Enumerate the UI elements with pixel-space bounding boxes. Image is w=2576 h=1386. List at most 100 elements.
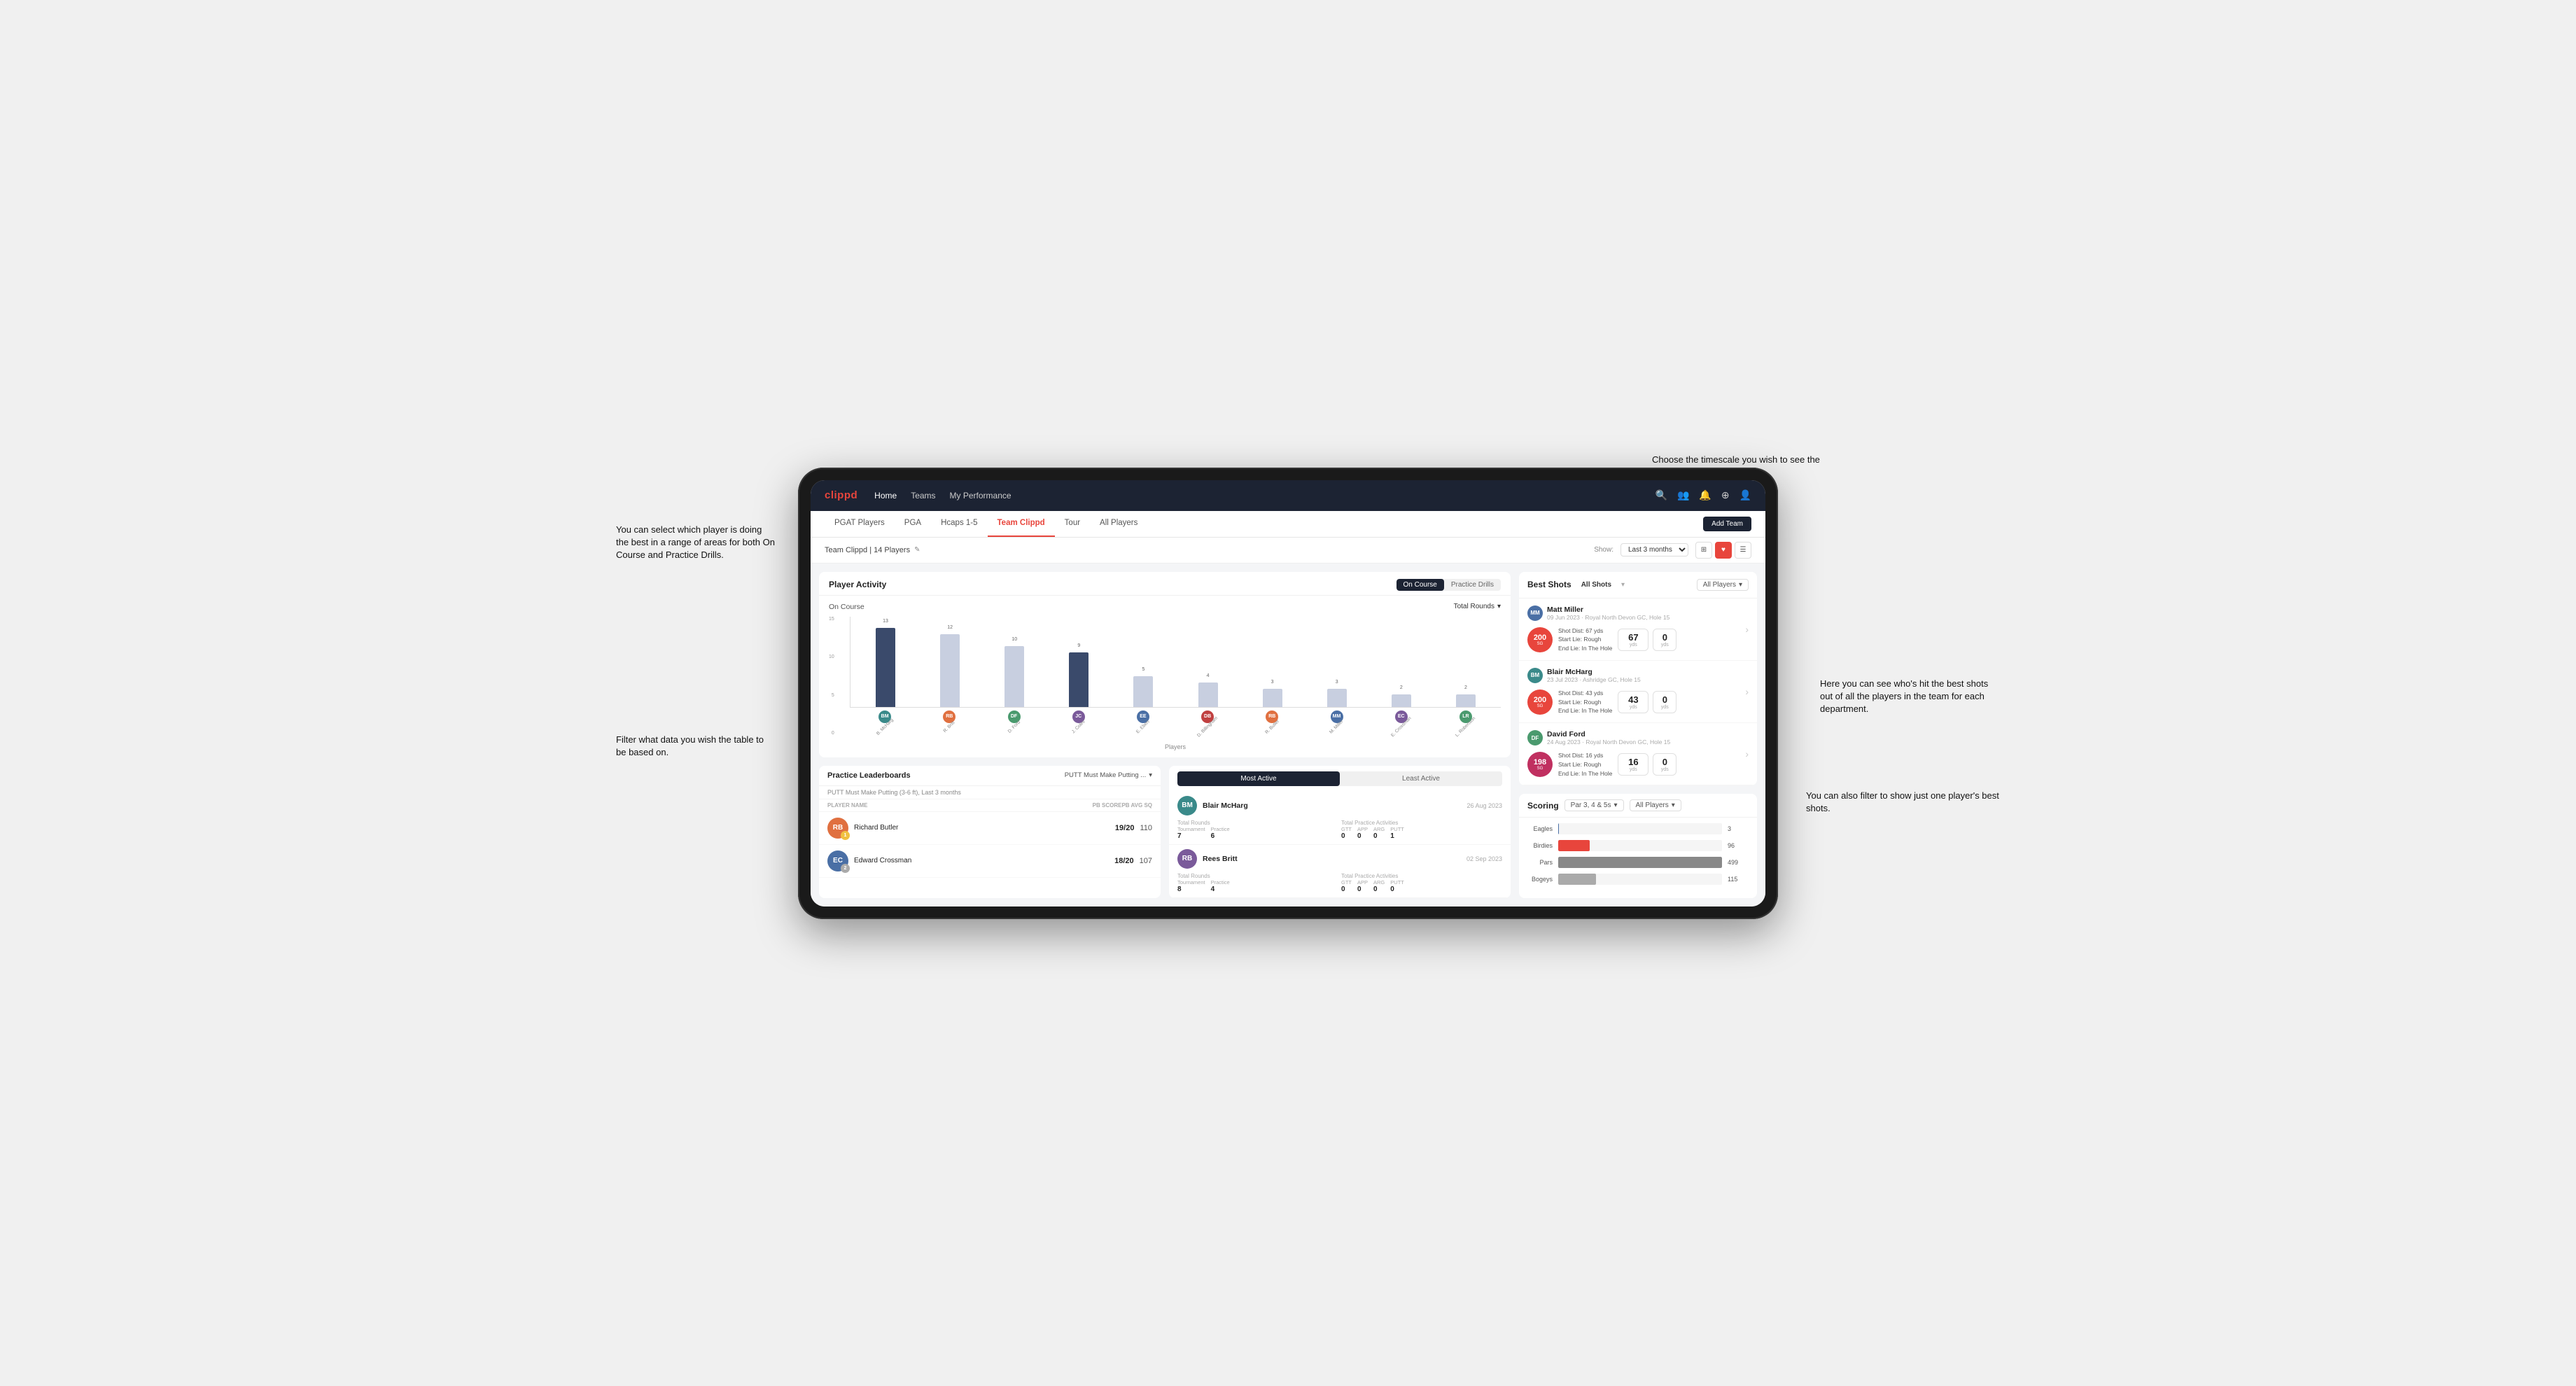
time-filter-select[interactable]: Last 3 months [1620,543,1688,556]
nav-teams[interactable]: Teams [911,488,935,503]
active-player-card-1: BM Blair McHarg 26 Aug 2023 Total Rounds [1169,792,1511,845]
lb-row[interactable]: RB 1 Richard Butler 19/20 110 [819,812,1161,845]
scoring-panel: Scoring Par 3, 4 & 5s ▾ All Players ▾ [1519,794,1757,897]
shot-avatar-3: DF [1527,730,1543,746]
list-view-btn[interactable]: ♥ [1715,542,1732,559]
shot-details-3: Shot Dist: 16 yds Start Lie: Rough End L… [1558,751,1612,778]
scoring-bars: Eagles 3 Birdies [1519,818,1757,896]
bar[interactable]: 13 [876,628,895,707]
practice-drills-btn[interactable]: Practice Drills [1444,579,1501,591]
rank-badge-1: 1 [841,831,850,840]
chevron-down-icon: ▾ [1497,603,1501,610]
least-active-btn[interactable]: Least Active [1340,771,1502,786]
x-label: BMB. McHarg [853,710,917,729]
panel-title: Player Activity [829,580,886,589]
tab-pga[interactable]: PGA [895,510,931,537]
grid-view-btn[interactable]: ⊞ [1695,542,1712,559]
table-view-btn[interactable]: ☰ [1735,542,1751,559]
apc-avatar-1: BM [1177,796,1197,816]
birdies-bar-wrap [1558,840,1722,851]
most-active-btn[interactable]: Most Active [1177,771,1340,786]
lb-filter-dropdown[interactable]: PUTT Must Make Putting ... ▾ [1065,771,1152,779]
bar[interactable]: 2 [1392,694,1411,706]
eagles-bar [1558,823,1559,834]
leaderboard-panel: Practice Leaderboards PUTT Must Make Put… [819,766,1161,898]
bar[interactable]: 3 [1263,689,1282,707]
nav-icons: 🔍 👥 🔔 ⊕ 👤 [1656,489,1751,501]
tab-team-clippd[interactable]: Team Clippd [988,510,1055,537]
lb-row[interactable]: EC 2 Edward Crossman 18/20 107 [819,845,1161,878]
x-label: RBR. Butler [1240,710,1304,729]
sc-header: Scoring Par 3, 4 & 5s ▾ All Players ▾ [1519,794,1757,818]
users-icon[interactable]: 👥 [1677,489,1689,501]
bar[interactable]: 12 [940,634,960,707]
active-toggle: Most Active Least Active [1177,771,1502,786]
x-label: MMM. Miller [1304,710,1368,729]
bar[interactable]: 2 [1456,694,1476,706]
tab-all-players[interactable]: All Players [1090,510,1147,537]
shot-card-1[interactable]: MM Matt Miller 09 Jun 2023 · Royal North… [1519,598,1757,661]
shot-card-3[interactable]: DF David Ford 24 Aug 2023 · Royal North … [1519,723,1757,785]
nav-performance[interactable]: My Performance [950,488,1011,503]
chart-dropdown[interactable]: Total Rounds ▾ [1454,603,1501,610]
x-labels: BMB. McHargRBR. BrittDFD. FordJCJ. Coles… [850,708,1501,729]
plus-icon[interactable]: ⊕ [1721,489,1730,501]
nav-links: Home Teams My Performance [874,488,1638,503]
x-label: EEE. Ebert [1111,710,1175,729]
nav-logo: clippd [825,489,858,501]
pars-bar-wrap [1558,857,1722,868]
right-column: Best Shots All Shots ▾ All Players ▾ [1519,572,1757,898]
edit-icon[interactable]: ✎ [914,546,920,554]
bar[interactable]: 3 [1327,689,1347,707]
shot-player-header-3: DF David Ford 24 Aug 2023 · Royal North … [1527,730,1738,746]
eagles-bar-wrap [1558,823,1722,834]
bs-header: Best Shots All Shots ▾ All Players ▾ [1519,572,1757,598]
bar-group: 10 [982,617,1046,707]
nav-home[interactable]: Home [874,488,897,503]
most-active-panel: Most Active Least Active BM Blair McHarg [1169,766,1511,898]
shot-avatar-1: MM [1527,606,1543,621]
shot-details-2: Shot Dist: 43 yds Start Lie: Rough End L… [1558,689,1612,715]
search-icon[interactable]: 🔍 [1656,489,1667,501]
bar-group: 13 [853,617,918,707]
bar[interactable]: 5 [1133,676,1153,706]
apc-header-2: RB Rees Britt 02 Sep 2023 [1177,849,1502,869]
chevron-right-icon: › [1745,624,1749,635]
bar[interactable]: 10 [1004,646,1024,707]
score-row-birdies: Birdies 96 [1527,840,1749,851]
user-icon[interactable]: 👤 [1740,489,1751,501]
chevron-down-icon: ▾ [1614,802,1617,809]
annotation-best-shots: Here you can see who's hit the best shot… [1820,678,2002,716]
team-header: Team Clippd | 14 Players ✎ Show: Last 3 … [811,538,1765,564]
shot-card-2[interactable]: BM Blair McHarg 23 Jul 2023 · Ashridge G… [1519,661,1757,723]
all-shots-tab[interactable]: All Shots [1577,580,1616,590]
chevron-down-icon: ▾ [1739,581,1742,589]
page-wrapper: Choose the timescale you wish to see the… [798,468,1778,919]
bar-group: 4 [1175,617,1240,707]
sub-nav-tabs: PGAT Players PGA Hcaps 1-5 Team Clippd T… [825,510,1147,537]
tab-pgat[interactable]: PGAT Players [825,510,895,537]
tab-hcaps[interactable]: Hcaps 1-5 [931,510,987,537]
score-row-bogeys: Bogeys 115 [1527,874,1749,885]
all-players-dropdown[interactable]: All Players ▾ [1697,579,1749,591]
bar-group: 2 [1369,617,1434,707]
apc-avatar-2: RB [1177,849,1197,869]
lb-header: Practice Leaderboards PUTT Must Make Put… [819,766,1161,786]
bell-icon[interactable]: 🔔 [1699,489,1711,501]
bar[interactable]: 9 [1069,652,1088,707]
sub-nav: PGAT Players PGA Hcaps 1-5 Team Clippd T… [811,511,1765,538]
team-name-label: Team Clippd | 14 Players ✎ [825,546,920,554]
apc-player-1: BM Blair McHarg [1177,796,1248,816]
on-course-btn[interactable]: On Course [1396,579,1444,591]
tab-tour[interactable]: Tour [1055,510,1090,537]
scoring-filter-2[interactable]: All Players ▾ [1630,799,1681,811]
add-team-button[interactable]: Add Team [1703,517,1751,531]
lb-avatar-1: RB 1 [827,818,848,839]
bogeys-bar-wrap [1558,874,1722,885]
tablet-screen: clippd Home Teams My Performance 🔍 👥 🔔 ⊕… [811,480,1765,906]
apc-stats-2: Total Rounds Tournament 8 Practice [1177,873,1502,893]
scoring-filter-1[interactable]: Par 3, 4 & 5s ▾ [1564,799,1624,811]
player-activity-panel: Player Activity On Course Practice Drill… [819,572,1511,757]
bar[interactable]: 4 [1198,682,1218,707]
rank-badge-2: 2 [841,864,850,873]
